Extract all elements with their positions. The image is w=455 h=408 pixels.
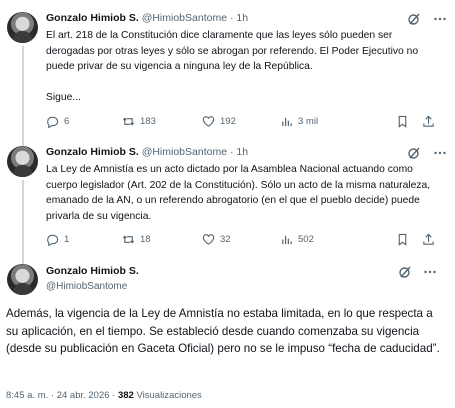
- author-name[interactable]: Gonzalo Himiob S.: [46, 12, 139, 24]
- reply-button[interactable]: 6: [46, 114, 69, 128]
- action-bar: 1 18 32 502: [46, 232, 438, 246]
- tweet-1[interactable]: Gonzalo Himiob S. @HimiobSantome · 1h El…: [0, 0, 455, 146]
- author-handle[interactable]: @HimiobSantome: [142, 12, 227, 24]
- bookmark-icon: [398, 115, 407, 128]
- avatar[interactable]: [7, 146, 38, 177]
- reply-icon: [47, 116, 59, 128]
- views-button[interactable]: 502: [280, 232, 314, 246]
- reply-button[interactable]: 1: [46, 232, 69, 246]
- views-bar-icon: [282, 235, 292, 244]
- author-handle[interactable]: @HimiobSantome: [46, 281, 127, 292]
- like-count: 192: [220, 115, 236, 127]
- share-button[interactable]: [422, 114, 435, 128]
- separator-dot: ·: [229, 12, 234, 24]
- repost-button[interactable]: 18: [122, 232, 151, 246]
- tweet-footer: 8:45 a. m. · 24 abr. 2026 · 382 Visualiz…: [6, 390, 202, 401]
- tweet-text: El art. 218 de la Constitución dice clar…: [46, 30, 419, 103]
- avatar[interactable]: [7, 12, 38, 43]
- views-label: Visualizaciones: [136, 390, 202, 401]
- bookmark-icon: [398, 233, 407, 246]
- grok-slash-icon[interactable]: [407, 12, 421, 26]
- author-name[interactable]: Gonzalo Himiob S.: [46, 265, 139, 277]
- views-bar-icon: [282, 117, 292, 126]
- reply-count: 6: [64, 115, 70, 127]
- separator-dot: ·: [50, 390, 55, 401]
- tweet-2[interactable]: Gonzalo Himiob S. @HimiobSantome · 1h La…: [0, 140, 455, 258]
- like-button[interactable]: 32: [202, 232, 231, 246]
- share-icon: [423, 233, 434, 245]
- post-date[interactable]: 24 abr. 2026: [57, 390, 110, 401]
- more-horizontal-icon[interactable]: [433, 12, 447, 26]
- thread-connector-line: [22, 180, 24, 258]
- repost-icon: [122, 116, 135, 126]
- more-horizontal-icon[interactable]: [433, 146, 447, 160]
- repost-count: 18: [140, 233, 151, 245]
- repost-icon: [122, 234, 135, 244]
- thread-connector-line: [22, 46, 24, 146]
- avatar[interactable]: [7, 264, 38, 295]
- bookmark-button[interactable]: [396, 114, 409, 128]
- like-button[interactable]: 192: [202, 114, 236, 128]
- repost-count: 183: [140, 115, 156, 127]
- bookmark-button[interactable]: [396, 232, 409, 246]
- share-icon: [423, 115, 434, 127]
- views-button[interactable]: 3 mil: [280, 114, 318, 128]
- more-horizontal-icon[interactable]: [423, 265, 437, 279]
- share-button[interactable]: [422, 232, 435, 246]
- heart-icon: [202, 233, 215, 245]
- tweet-time[interactable]: 1h: [236, 12, 248, 24]
- grok-slash-icon[interactable]: [407, 146, 421, 160]
- views-count: 3 mil: [298, 115, 319, 127]
- main-tweet-text: Además, la vigencia de la Ley de Amnistí…: [6, 307, 440, 355]
- separator-dot: ·: [229, 146, 234, 158]
- heart-icon: [202, 115, 215, 127]
- author-handle[interactable]: @HimiobSantome: [142, 146, 227, 158]
- post-time[interactable]: 8:45 a. m.: [6, 390, 48, 401]
- repost-button[interactable]: 183: [122, 114, 156, 128]
- action-bar: 6 183 192 3 mil: [46, 114, 438, 128]
- views-count: 502: [298, 233, 314, 245]
- tweet-text: La Ley de Amnistía es un acto dictado po…: [46, 164, 433, 222]
- tweet-time[interactable]: 1h: [236, 146, 248, 158]
- tweet-header: Gonzalo Himiob S. @HimiobSantome · 1h: [46, 12, 447, 28]
- tweet-header: Gonzalo Himiob S. @HimiobSantome · 1h: [46, 146, 447, 162]
- separator-dot: ·: [112, 390, 116, 401]
- reply-icon: [47, 234, 59, 246]
- like-count: 32: [220, 233, 231, 245]
- views-total: 382: [117, 390, 134, 401]
- grok-slash-icon[interactable]: [398, 265, 412, 279]
- reply-count: 1: [64, 233, 70, 245]
- author-name[interactable]: Gonzalo Himiob S.: [46, 146, 139, 158]
